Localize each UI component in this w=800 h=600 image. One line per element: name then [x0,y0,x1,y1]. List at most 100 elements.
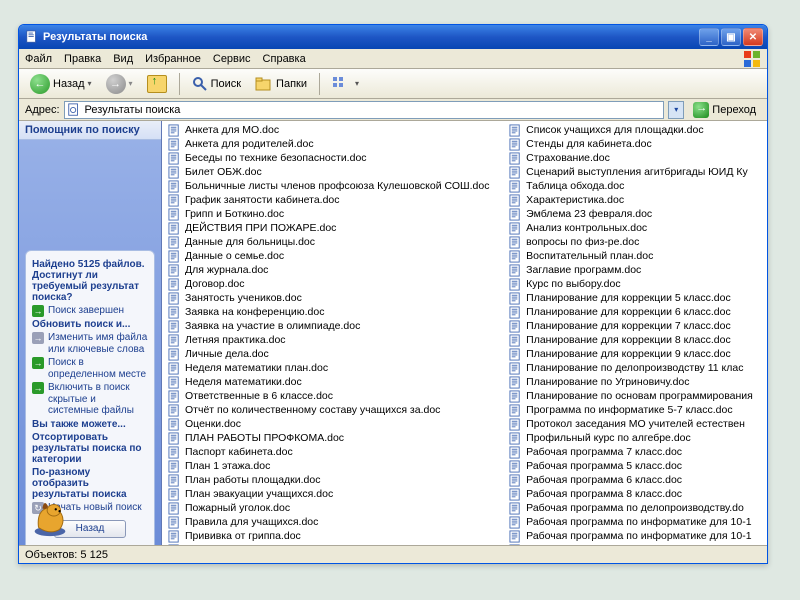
file-item[interactable]: Планирование для коррекции 7 класс.doc [503,319,767,333]
file-item[interactable]: Список учащихся для площадки.doc [503,123,767,137]
file-item[interactable]: ПЛАН РАБОТЫ ПРОФКОМА.doc [162,431,503,445]
folders-label: Папки [276,78,307,90]
file-item[interactable]: Планирование по основам программирования [503,389,767,403]
word-doc-icon [168,250,181,263]
address-input[interactable] [64,101,665,119]
refine-name-row[interactable]: →Изменить имя файла или ключевые слова [32,332,148,355]
file-item[interactable]: График занятости кабинета.doc [162,193,503,207]
views-button[interactable]: ▾ [327,73,364,95]
file-name: Заявка на конференцию.doc [185,306,325,318]
file-item[interactable]: Неделя математики план.doc [162,361,503,375]
back-button[interactable]: ← Назад ▾ [25,73,97,95]
file-item[interactable]: Договор.doc [162,277,503,291]
search-done-row[interactable]: →Поиск завершен [32,305,148,317]
window-title: Результаты поиска [43,31,699,43]
file-item[interactable]: Паспорт кабинета.doc [162,445,503,459]
close-button[interactable]: ✕ [743,28,763,46]
file-item[interactable]: План работы площадки.doc [162,473,503,487]
file-item[interactable]: Программа по информатике 5-7 класс.doc [503,403,767,417]
file-item[interactable]: Беседы по технике безопасности.doc [162,151,503,165]
file-item[interactable]: Анализ контрольных.doc [503,221,767,235]
forward-button[interactable]: → ▾ [101,73,138,95]
file-item[interactable]: Правила для учащихся.doc [162,515,503,529]
folders-button[interactable]: Папки [250,73,312,95]
minimize-button[interactable]: _ [699,28,719,46]
file-item[interactable]: Планирование для коррекции 6 класс.doc [503,305,767,319]
file-item[interactable]: Рабочая программа по информатике для 8 к… [503,543,767,545]
file-item[interactable]: Рабочая программа 7 класс.doc [503,445,767,459]
file-item[interactable]: Ответственные в 6 классе.doc [162,389,503,403]
file-item[interactable]: Сценарий выступления агитбригады ЮИД Ку [503,165,767,179]
file-item[interactable]: Заглавие программ.doc [503,263,767,277]
file-item[interactable]: Программа профсоюз.doc [162,543,503,545]
file-item[interactable]: Рабочая программа 8 класс.doc [503,487,767,501]
file-item[interactable]: Прививка от гриппа.doc [162,529,503,543]
file-item[interactable]: Отчёт по количественному составу учащихс… [162,403,503,417]
file-item[interactable]: ДЕЙСТВИЯ ПРИ ПОЖАРЕ.doc [162,221,503,235]
file-item[interactable]: Грипп и Боткино.doc [162,207,503,221]
file-item[interactable]: Планирование для коррекции 9 класс.doc [503,347,767,361]
file-item[interactable]: Профильный курс по алгебре.doc [503,431,767,445]
sort-link[interactable]: Отсортировать результаты поиска по катег… [32,432,148,465]
objects-count: 5 125 [80,549,108,561]
menu-file[interactable]: Файл [25,53,52,65]
up-button[interactable] [142,73,172,95]
file-item[interactable]: Рабочая программа по информатике для 10-… [503,529,767,543]
menu-edit[interactable]: Правка [64,53,101,65]
file-item[interactable]: Больничные листы членов профсоюза Кулешо… [162,179,503,193]
menubar: Файл Правка Вид Избранное Сервис Справка [19,49,767,69]
file-item[interactable]: Для журнала.doc [162,263,503,277]
maximize-button[interactable]: ▣ [721,28,741,46]
file-name: Планирование для коррекции 5 класс.doc [526,292,731,304]
file-item[interactable]: Заявка на участие в олимпиаде.doc [162,319,503,333]
menu-help[interactable]: Справка [263,53,306,65]
file-item[interactable]: Стенды для кабинета.doc [503,137,767,151]
file-item[interactable]: Занятость учеников.doc [162,291,503,305]
file-list[interactable]: Анкета для МО.docАнкета для родителей.do… [162,121,767,545]
file-item[interactable]: вопросы по физ-ре.doc [503,235,767,249]
file-item[interactable]: Оценки.doc [162,417,503,431]
file-item[interactable]: Планирование для коррекции 8 класс.doc [503,333,767,347]
file-item[interactable]: Эмблема 23 февраля.doc [503,207,767,221]
search-dog-icon[interactable] [27,493,73,539]
menu-view[interactable]: Вид [113,53,133,65]
search-button[interactable]: Поиск [187,73,246,95]
file-item[interactable]: Планирование для коррекции 5 класс.doc [503,291,767,305]
file-item[interactable]: План эвакуации учащихся.doc [162,487,503,501]
file-item[interactable]: Страхование.doc [503,151,767,165]
file-item[interactable]: Рабочая программа 5 класс.doc [503,459,767,473]
menu-favorites[interactable]: Избранное [145,53,201,65]
file-item[interactable]: Личные дела.doc [162,347,503,361]
file-item[interactable]: Рабочая программа по делопроизводству.do [503,501,767,515]
word-doc-icon [168,194,181,207]
file-item[interactable]: Характеристика.doc [503,193,767,207]
address-dropdown-button[interactable]: ▾ [668,101,684,119]
file-item[interactable]: Протокол заседания МО учителей естествен [503,417,767,431]
file-item[interactable]: План 1 этажа.doc [162,459,503,473]
file-item[interactable]: Рабочая программа 6 класс.doc [503,473,767,487]
file-item[interactable]: Таблица обхода.doc [503,179,767,193]
go-button[interactable]: Переход [688,99,761,121]
file-name: Билет ОБЖ.doc [185,166,262,178]
file-item[interactable]: Пожарный уголок.doc [162,501,503,515]
file-item[interactable]: Рабочая программа по информатике для 10-… [503,515,767,529]
file-item[interactable]: Анкета для МО.doc [162,123,503,137]
file-item[interactable]: Данные для больницы.doc [162,235,503,249]
file-item[interactable]: Анкета для родителей.doc [162,137,503,151]
word-doc-icon [168,138,181,151]
file-item[interactable]: Данные о семье.doc [162,249,503,263]
arrow-icon: → [32,332,44,344]
file-item[interactable]: Планирование по Угриновичу.doc [503,375,767,389]
file-name: Личные дела.doc [185,348,269,360]
file-item[interactable]: Курс по выбору.doc [503,277,767,291]
menu-tools[interactable]: Сервис [213,53,251,65]
refine-hidden-row[interactable]: →Включить в поиск скрытые и системные фа… [32,382,148,417]
word-doc-icon [509,278,522,291]
file-item[interactable]: Планирование по делопроизводству 11 клас [503,361,767,375]
refine-place-row[interactable]: →Поиск в определенном месте [32,357,148,380]
file-item[interactable]: Билет ОБЖ.doc [162,165,503,179]
file-item[interactable]: Неделя математики.doc [162,375,503,389]
file-item[interactable]: Воспитательный план.doc [503,249,767,263]
file-item[interactable]: Заявка на конференцию.doc [162,305,503,319]
file-item[interactable]: Летняя практика.doc [162,333,503,347]
